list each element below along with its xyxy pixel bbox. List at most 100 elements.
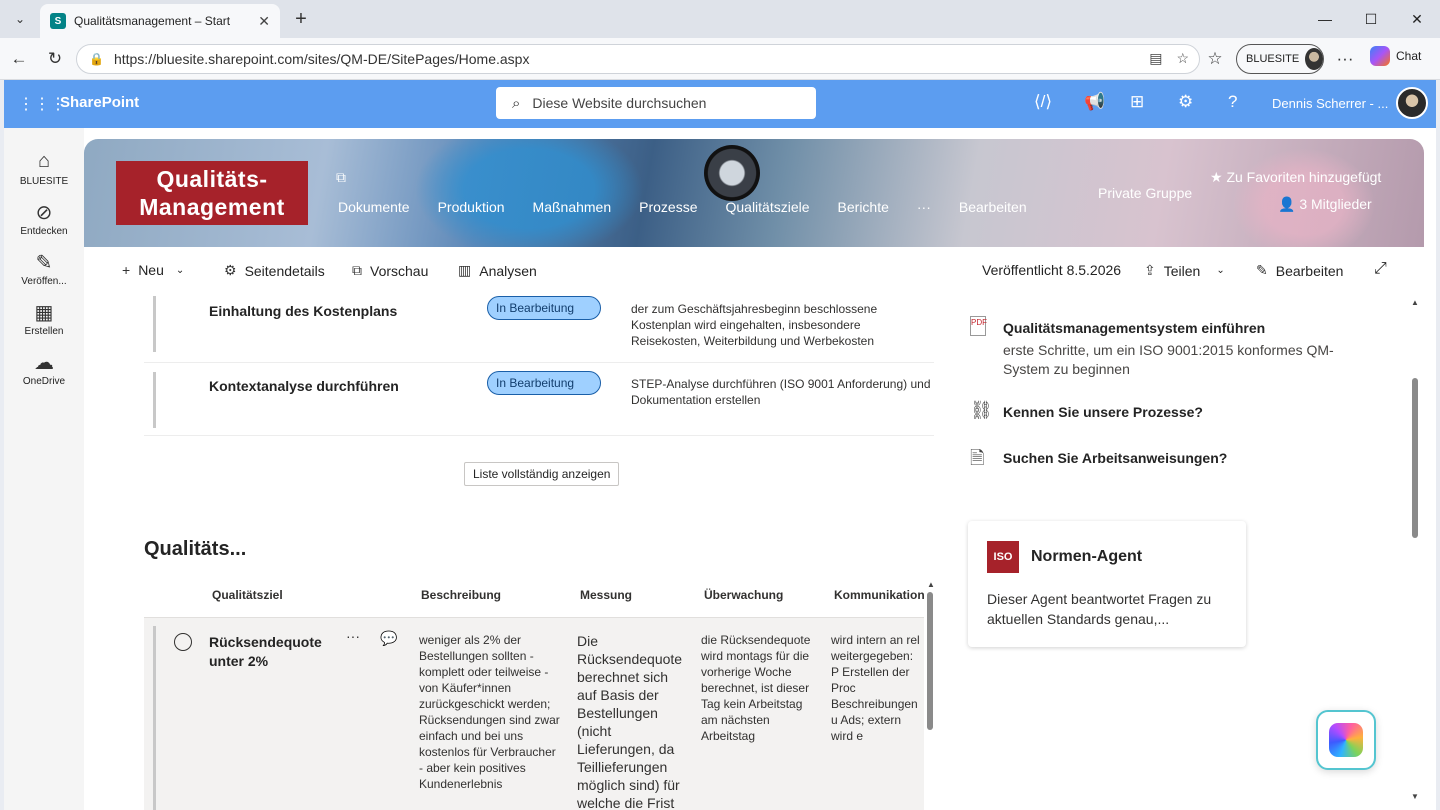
site-logo[interactable]: Qualitäts- Management: [116, 161, 308, 225]
browser-tab[interactable]: S Qualitätsmanagement – Start ✕: [40, 4, 280, 38]
goal-title[interactable]: Rücksendequote unter 2%: [209, 633, 322, 671]
nav-documents[interactable]: Dokumente: [338, 199, 410, 215]
agent-description: Dieser Agent beantwortet Fragen zu aktue…: [987, 591, 1212, 627]
copilot-icon: [1329, 723, 1363, 757]
quicklink-title[interactable]: Suchen Sie Arbeitsanweisungen?: [1003, 450, 1227, 466]
site-search-input[interactable]: ⌕ Diese Website durchsuchen: [496, 87, 816, 119]
rail-discover[interactable]: ⊘ Entdecken: [4, 200, 84, 237]
user-avatar[interactable]: [1396, 87, 1428, 119]
reload-icon[interactable]: ↻: [42, 46, 68, 72]
nav-processes[interactable]: Prozesse: [639, 199, 697, 215]
page-scrollbar[interactable]: ▲ ▼: [1410, 298, 1420, 810]
site-navigation: Dokumente Produktion Maßnahmen Prozesse …: [338, 199, 1055, 215]
connections-icon[interactable]: ⊞: [1130, 92, 1144, 112]
more-options-icon[interactable]: ···: [346, 628, 360, 644]
column-header[interactable]: Kommunikation: [834, 588, 925, 602]
scroll-up-icon[interactable]: ▲: [1411, 298, 1419, 307]
scroll-down-icon[interactable]: ▼: [1411, 792, 1419, 801]
task-title[interactable]: Einhaltung des Kostenplans: [209, 303, 397, 319]
nav-edit[interactable]: Bearbeiten: [959, 199, 1027, 215]
close-tab-icon[interactable]: ✕: [258, 13, 270, 30]
show-all-button[interactable]: Liste vollständig anzeigen: [464, 462, 620, 486]
task-title[interactable]: Kontextanalyse durchführen: [209, 378, 399, 394]
logo-line2: Management: [139, 194, 285, 220]
chat-button[interactable]: Chat: [1370, 46, 1421, 66]
favorite-star-icon[interactable]: ☆: [1176, 50, 1189, 67]
chevron-down-icon: ⌄: [175, 264, 185, 276]
rail-publish[interactable]: ✎ Veröffen...: [4, 250, 84, 287]
column-header[interactable]: Überwachung: [704, 588, 783, 602]
close-window-icon[interactable]: ✕: [1394, 0, 1440, 38]
rail-home[interactable]: ⌂ BLUESITE: [4, 150, 84, 187]
new-tab-icon[interactable]: +: [288, 6, 314, 32]
scrollbar-thumb[interactable]: [927, 592, 933, 730]
analytics-button[interactable]: ▥ Analysen: [458, 262, 537, 279]
column-header[interactable]: Beschreibung: [421, 588, 501, 602]
iso-logo: ISO: [987, 541, 1019, 573]
nav-quality-goals[interactable]: Qualitätsziele: [725, 199, 809, 215]
status-badge: In Bearbeitung: [487, 296, 601, 320]
app-launcher-icon[interactable]: ⋮⋮⋮: [18, 94, 66, 114]
page-details-button[interactable]: ⚙ Seitendetails: [224, 262, 325, 279]
preview-button[interactable]: ⧉ Vorschau: [352, 262, 428, 279]
expand-icon[interactable]: ⤢: [1374, 260, 1387, 278]
row-accent: [153, 296, 156, 352]
rail-create[interactable]: ▦ Erstellen: [4, 300, 84, 337]
url-field[interactable]: 🔒 https://bluesite.sharepoint.com/sites/…: [76, 44, 1200, 74]
user-name[interactable]: Dennis Scherrer - ...: [1272, 96, 1388, 111]
page-canvas: Qualitäts- Management ⧉ Dokumente Produk…: [84, 128, 1436, 810]
profile-avatar: [1305, 48, 1323, 70]
nav-reports[interactable]: Berichte: [838, 199, 889, 215]
copilot-button[interactable]: [1316, 710, 1376, 770]
nav-measures[interactable]: Maßnahmen: [533, 199, 612, 215]
task-description: STEP-Analyse durchführen (ISO 9001 Anfor…: [631, 377, 931, 407]
share-button[interactable]: ⇪ Teilen ⌄: [1144, 262, 1225, 279]
profile-button[interactable]: BLUESITE: [1236, 44, 1324, 74]
back-icon[interactable]: ←: [6, 46, 32, 72]
teams-icon[interactable]: ⧉: [336, 169, 346, 186]
nav-production[interactable]: Produktion: [438, 199, 505, 215]
maximize-icon[interactable]: ☐: [1348, 0, 1394, 38]
tab-list-chevron-icon[interactable]: ⌄: [6, 6, 34, 32]
new-button[interactable]: + Neu ⌄: [122, 262, 184, 278]
column-header[interactable]: Messung: [580, 588, 632, 602]
megaphone-icon[interactable]: 📢: [1084, 92, 1105, 112]
search-icon: ⌕: [512, 94, 521, 112]
cloud-icon: ☁: [34, 352, 54, 374]
rail-onedrive[interactable]: ☁ OneDrive: [4, 350, 84, 387]
scroll-up-icon[interactable]: ▲: [927, 580, 935, 589]
comment-icon[interactable]: 💬: [380, 630, 397, 646]
members-button[interactable]: 👤 3 Mitglieder: [1278, 196, 1372, 213]
edit-button[interactable]: ✎ Bearbeiten: [1256, 262, 1343, 279]
page-details-label: Seitendetails: [244, 262, 325, 279]
table-scrollbar[interactable]: ▲: [926, 580, 935, 810]
minimize-icon[interactable]: —: [1302, 0, 1348, 38]
process-icon: ⛓: [970, 400, 993, 420]
rail-label: OneDrive: [22, 376, 66, 387]
code-icon[interactable]: ⟨/⟩: [1034, 92, 1052, 112]
microscope-image: [704, 145, 760, 201]
app-bar: ⌂ BLUESITE ⊘ Entdecken ✎ Veröffen... ▦ E…: [4, 128, 84, 810]
column-header[interactable]: Qualitätsziel: [212, 588, 283, 602]
sharepoint-brand[interactable]: SharePoint: [60, 94, 139, 111]
analytics-label: Analysen: [479, 262, 537, 279]
suite-bar: ⋮⋮⋮ SharePoint ⌕ Diese Website durchsuch…: [4, 80, 1436, 128]
agent-card[interactable]: ISO Normen-Agent Dieser Agent beantworte…: [968, 521, 1246, 647]
favorite-button[interactable]: ★ Zu Favoriten hinzugefügt: [1210, 169, 1381, 186]
reader-icon[interactable]: ▤: [1149, 50, 1162, 67]
help-icon[interactable]: ?: [1228, 92, 1237, 112]
row-select-radio[interactable]: [174, 633, 192, 651]
quicklink-title[interactable]: Kennen Sie unsere Prozesse?: [1003, 404, 1203, 420]
gear-icon: ⚙: [224, 262, 237, 278]
scrollbar-thumb[interactable]: [1412, 378, 1418, 538]
privacy-label: Private Gruppe: [1098, 185, 1193, 201]
preview-icon: ⧉: [352, 262, 362, 278]
nav-more[interactable]: ···: [917, 199, 931, 215]
quicklink-subtitle: erste Schritte, um ein ISO 9001:2015 kon…: [1003, 342, 1334, 377]
settings-icon[interactable]: ⚙: [1178, 92, 1193, 112]
more-icon[interactable]: ···: [1332, 46, 1358, 72]
url-text: https://bluesite.sharepoint.com/sites/QM…: [113, 51, 530, 67]
favorites-icon[interactable]: ☆: [1202, 46, 1228, 72]
show-all-label: Liste vollständig anzeigen: [473, 467, 611, 481]
quicklink-title[interactable]: Qualitätsmanagementsystem einführen: [1003, 320, 1265, 336]
